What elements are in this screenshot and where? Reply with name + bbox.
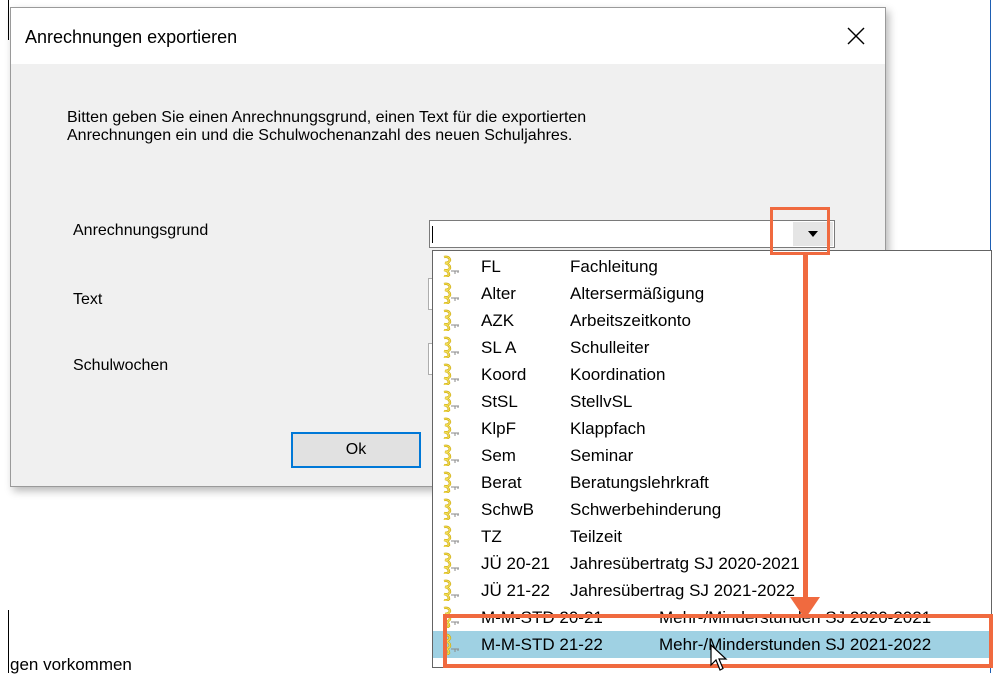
item-description: Jahresübertratg SJ 2020-2021 — [570, 554, 800, 573]
ok-button[interactable]: Ok — [291, 432, 421, 468]
key-icon — [443, 471, 459, 493]
list-item[interactable]: JÜ 20-21 Jahresübertratg SJ 2020-2021 — [433, 550, 991, 577]
item-description: Schwerbehinderung — [570, 500, 722, 519]
list-item[interactable]: Sem Seminar — [433, 442, 991, 469]
item-description: StellvSL — [570, 392, 633, 411]
mouse-cursor-icon — [710, 644, 728, 671]
key-icon — [443, 498, 459, 520]
dialog-title: Anrechnungen exportieren — [25, 27, 238, 47]
annotation-arrow-line — [803, 255, 808, 600]
label-anrechnungsgrund: Anrechnungsgrund — [73, 222, 209, 239]
list-item[interactable]: StSL StellvSL — [433, 388, 991, 415]
item-description: Klappfach — [570, 419, 646, 438]
item-code: StSL — [481, 392, 518, 411]
item-code: KlpF — [481, 419, 516, 438]
key-icon — [443, 363, 459, 385]
background-divider — [8, 0, 9, 40]
label-schulwochen: Schulwochen — [73, 357, 169, 374]
title-bar: Anrechnungen exportieren — [11, 8, 885, 64]
list-item[interactable]: AZK Arbeitszeitkonto — [433, 307, 991, 334]
key-icon — [443, 417, 459, 439]
item-description: Fachleitung — [570, 257, 658, 276]
key-icon — [443, 282, 459, 304]
item-code: AZK — [481, 311, 515, 330]
text-caret — [432, 226, 433, 243]
item-description: Teilzeit — [570, 527, 622, 546]
list-item[interactable]: TZ Teilzeit — [433, 523, 991, 550]
instructions-text: Bitten geben Sie einen Anrechnungsgrund,… — [67, 109, 587, 144]
background-text: gen vorkommen — [10, 655, 132, 674]
list-item[interactable]: Koord Koordination — [433, 361, 991, 388]
list-item[interactable]: SchwB Schwerbehinderung — [433, 496, 991, 523]
label-text: Text — [73, 291, 103, 308]
item-code: TZ — [481, 527, 502, 546]
item-description: Schulleiter — [570, 338, 650, 357]
annotation-highlight-dropdown-button — [770, 207, 830, 255]
item-description: Jahresübertrag SJ 2021-2022 — [570, 581, 795, 600]
item-code: FL — [481, 257, 501, 276]
item-code: SchwB — [481, 500, 534, 519]
item-description: Seminar — [570, 446, 634, 465]
background-divider — [8, 610, 9, 673]
item-description: Koordination — [570, 365, 666, 384]
key-icon — [443, 552, 459, 574]
list-item[interactable]: JÜ 21-22 Jahresübertrag SJ 2021-2022 — [433, 577, 991, 604]
item-code: SL A — [481, 338, 517, 357]
anrechnungsgrund-dropdown-list: FL Fachleitung Alter Altersermäßigung AZK Arb… — [432, 250, 992, 668]
item-code: Berat — [481, 473, 522, 492]
key-icon — [443, 336, 459, 358]
item-code: Sem — [481, 446, 516, 465]
key-icon — [443, 390, 459, 412]
item-code: Koord — [481, 365, 527, 384]
key-icon — [443, 309, 459, 331]
key-icon — [443, 579, 459, 601]
item-code: JÜ 20-21 — [481, 554, 550, 573]
list-item[interactable]: SL A Schulleiter — [433, 334, 991, 361]
list-item[interactable]: FL Fachleitung — [433, 253, 991, 280]
item-code: Alter — [481, 284, 516, 303]
item-description: Beratungslehrkraft — [570, 473, 709, 492]
key-icon — [443, 525, 459, 547]
list-item[interactable]: KlpF Klappfach — [433, 415, 991, 442]
list-item[interactable]: Berat Beratungslehrkraft — [433, 469, 991, 496]
close-icon — [847, 27, 865, 45]
key-icon — [443, 444, 459, 466]
key-icon — [443, 255, 459, 277]
item-description: Arbeitszeitkonto — [570, 311, 691, 330]
item-code: JÜ 21-22 — [481, 581, 550, 600]
item-description: Altersermäßigung — [570, 284, 705, 303]
close-button[interactable] — [827, 8, 885, 64]
list-item[interactable]: Alter Altersermäßigung — [433, 280, 991, 307]
